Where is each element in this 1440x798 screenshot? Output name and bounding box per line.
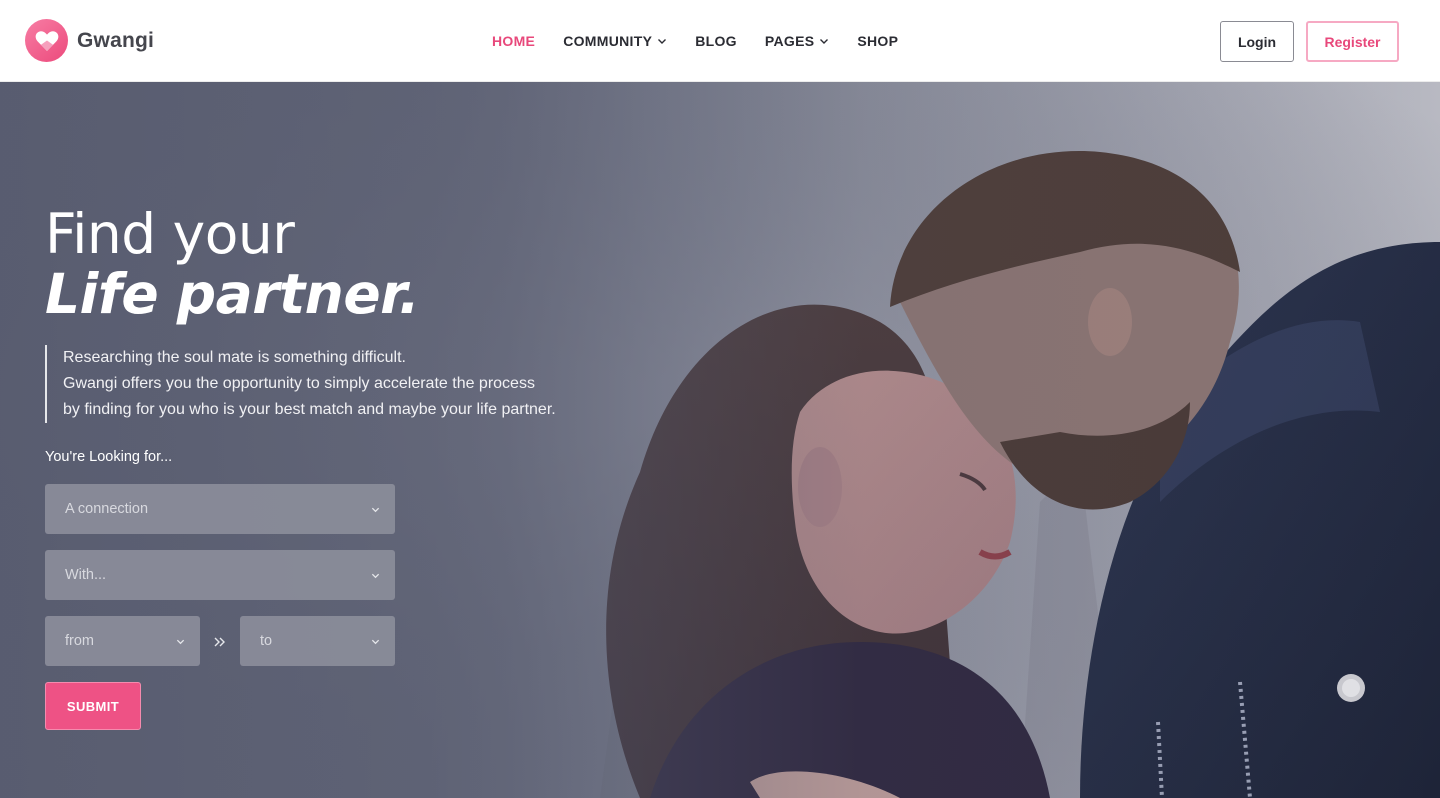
login-button[interactable]: Login	[1220, 21, 1294, 62]
intro-line: Researching the soul mate is something d…	[63, 349, 406, 366]
nav-label: HOME	[492, 33, 536, 49]
brand-name: Gwangi	[77, 28, 155, 52]
headline-line-2: Life partner.	[45, 262, 420, 326]
logo[interactable]: Gwangi	[25, 19, 154, 62]
nav-item-shop[interactable]: SHOP	[857, 33, 898, 49]
main-nav: HOME COMMUNITY BLOG PAGES SHOP	[492, 0, 926, 82]
chevron-down-icon	[658, 39, 667, 44]
chevron-down-icon	[371, 507, 380, 513]
hero-headline: Find your Life partner.	[45, 202, 420, 326]
intro-line: Gwangi offers you the opportunity to sim…	[63, 375, 535, 392]
submit-button[interactable]: SUBMIT	[45, 682, 141, 730]
search-label: You're Looking for...	[45, 449, 173, 465]
select-value: With...	[65, 567, 107, 583]
select-value: to	[260, 633, 273, 649]
heart-icon	[25, 19, 68, 62]
connection-select[interactable]: A connection	[45, 484, 395, 534]
chevron-down-icon	[371, 573, 380, 579]
with-select[interactable]: With...	[45, 550, 395, 600]
nav-item-pages[interactable]: PAGES	[765, 33, 829, 49]
nav-label: BLOG	[695, 33, 737, 49]
headline-line-1: Find your	[45, 202, 295, 266]
age-from-select[interactable]: from	[45, 616, 200, 666]
nav-label: SHOP	[857, 33, 899, 49]
hero-section: Find your Life partner. Researching the …	[0, 82, 1440, 798]
nav-label: COMMUNITY	[563, 33, 653, 49]
hero-intro: Researching the soul mate is something d…	[45, 345, 645, 423]
chevron-down-icon	[176, 639, 185, 645]
chevron-down-icon	[371, 639, 380, 645]
double-chevron-right-icon	[214, 637, 225, 647]
select-value: A connection	[65, 501, 149, 517]
register-button[interactable]: Register	[1306, 21, 1399, 62]
chevron-down-icon	[820, 39, 829, 44]
intro-line: by finding for you who is your best matc…	[63, 401, 556, 418]
nav-item-blog[interactable]: BLOG	[695, 33, 737, 49]
nav-item-home[interactable]: HOME	[492, 33, 535, 49]
nav-item-community[interactable]: COMMUNITY	[563, 33, 667, 49]
site-header: Gwangi HOME COMMUNITY BLOG PAGES SHOP Lo…	[0, 0, 1440, 82]
nav-label: PAGES	[764, 33, 815, 49]
age-to-select[interactable]: to	[240, 616, 395, 666]
hero-overlay	[0, 82, 1440, 798]
select-value: from	[65, 633, 94, 649]
